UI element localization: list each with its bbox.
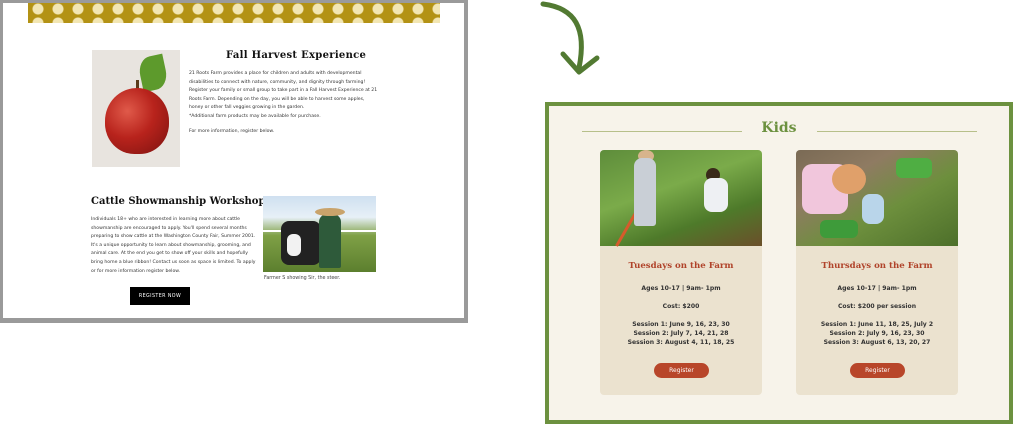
after-screenshot: Kids Tuesdays on the Farm Ages 10-17 | 9… [545,102,1013,424]
card-title: Tuesdays on the Farm [628,261,734,271]
fall-harvest-body: 21 Roots Farm provides a place for child… [189,71,378,111]
cattle-workshop-description: Individuals 18+ who are interested in le… [91,217,256,274]
cattle-photo-caption: Farmer S showing Sir, the steer. [264,276,341,281]
cow-face-shape [287,234,301,256]
program-card-tuesdays: Tuesdays on the Farm Ages 10-17 | 9am- 1… [600,150,762,395]
card-session-1: Session 1: June 11, 18, 25, July 2 [820,321,934,328]
child-head-shape [832,164,866,194]
farmer-body-shape [634,158,656,226]
before-screenshot: Fall Harvest Experience 21 Roots Farm pr… [0,0,468,323]
fall-harvest-description: 21 Roots Farm provides a place for child… [189,70,379,122]
cattle-workshop-title: Cattle Showmanship Workshop [91,196,266,207]
card-title: Thursdays on the Farm [821,261,933,271]
card-session-3: Session 3: August 4, 11, 18, 25 [627,339,735,346]
tuesday-program-photo [600,150,762,247]
heading-divider-right [817,131,977,132]
card-cost: Cost: $200 [662,303,700,310]
farmer-shape [319,214,341,268]
card-session-2: Session 2: July 9, 16, 23, 30 [829,330,925,337]
farmer-hat-shape [315,208,345,216]
program-card-thursdays: Thursdays on the Farm Ages 10-17 | 9am- … [796,150,958,395]
watering-can-shape [820,220,858,238]
apple-shape [105,88,169,154]
kids-programs-section: Kids Tuesdays on the Farm Ages 10-17 | 9… [549,106,1009,420]
register-button-tuesdays[interactable]: Register [654,363,709,378]
kids-heading: Kids [761,120,797,136]
thursday-program-photo [796,150,958,246]
fall-harvest-more-info: For more information, register below. [189,129,275,134]
card-ages-hours: Ages 10-17 | 9am- 1pm [837,285,917,292]
fall-harvest-note: *Additional farm products may be availab… [189,113,321,119]
curved-arrow-down-icon [540,1,600,75]
card-session-3: Session 3: August 6, 13, 20, 27 [823,339,931,346]
apple-leaf [136,53,170,93]
card-session-2: Session 2: July 7, 14, 21, 28 [633,330,729,337]
child-body-shape [704,178,728,212]
register-button-thursdays[interactable]: Register [850,363,905,378]
cattle-photo [263,196,376,272]
register-now-button[interactable]: REGISTER NOW [130,287,190,305]
honeycomb-banner-image [28,3,440,23]
card-session-1: Session 1: June 9, 16, 23, 30 [632,321,730,328]
card-cost: Cost: $200 per session [837,303,917,310]
card-ages-hours: Ages 10-17 | 9am- 1pm [641,285,721,292]
watering-can-shape [896,158,932,178]
fall-harvest-title: Fall Harvest Experience [226,50,367,61]
child-body-shape [862,194,884,224]
apple-photo [92,50,180,167]
events-page: Fall Harvest Experience 21 Roots Farm pr… [3,3,464,318]
